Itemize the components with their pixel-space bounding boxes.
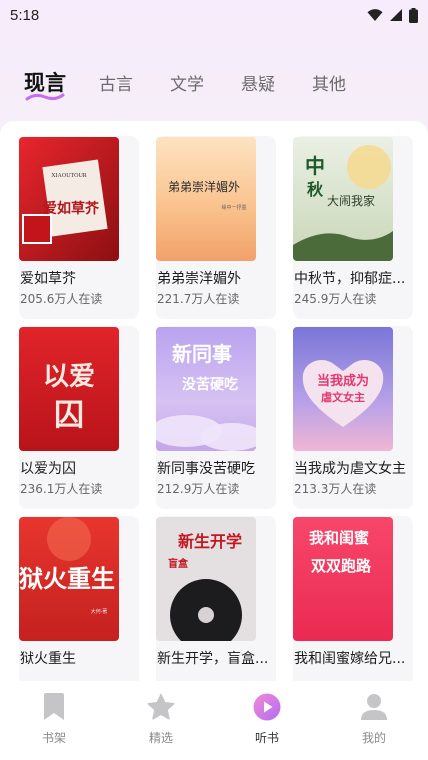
svg-text:以爱: 以爱 [43, 362, 95, 392]
nav-audiobook[interactable]: 听书 [237, 693, 297, 746]
svg-text:当我成为: 当我成为 [317, 373, 369, 389]
svg-text:新同事: 新同事 [172, 342, 232, 366]
nav-profile[interactable]: 我的 [344, 693, 404, 746]
book-title: 狱火重生 [20, 651, 76, 667]
active-tab-underline [25, 93, 65, 101]
book-title: 弟弟崇洋媚外 [157, 271, 241, 287]
book-title: 新同事没苦硬吃 [157, 461, 255, 477]
svg-text:弟弟崇洋媚外: 弟弟崇洋媚外 [168, 179, 240, 194]
book-readers: 236.1万人在读 [20, 482, 103, 496]
svg-text:大闹我家: 大闹我家 [327, 193, 375, 208]
svg-text:双双跑路: 双双跑路 [311, 557, 372, 575]
svg-text:缘中一抒墨: 缘中一抒墨 [221, 204, 246, 211]
status-time: 5:18 [10, 6, 40, 24]
tab-qita[interactable]: 其他 [312, 70, 346, 95]
book-cover: 当我成为 虐文女主 [293, 327, 393, 451]
book-cover: XIAOUTOUR 爱如草芥 [19, 137, 119, 261]
book-cover: 弟弟崇洋媚外 缘中一抒墨 [156, 137, 256, 261]
play-icon [253, 693, 281, 721]
book-title: 当我成为虐文女主 [294, 461, 406, 477]
book-title: 爱如草芥 [20, 271, 76, 287]
svg-text:狱火重生: 狱火重生 [19, 564, 115, 593]
book-cover: 狱火重生 大何·著 [19, 517, 119, 641]
book-readers: 212.9万人在读 [157, 482, 240, 496]
book-title: 以爱为囚 [20, 461, 76, 477]
book-cover: 以爱 囚 [19, 327, 119, 451]
book-cover: 我和闺蜜 双双跑路 [293, 517, 393, 641]
book-title: 新生开学，盲盒... [157, 651, 269, 667]
svg-text:囚: 囚 [54, 398, 84, 433]
svg-text:秋: 秋 [307, 180, 324, 199]
book-readers: 213.3万人在读 [294, 482, 377, 496]
book-readers: 205.6万人在读 [20, 292, 103, 306]
svg-text:没苦硬吃: 没苦硬吃 [182, 376, 238, 393]
book-title: 我和闺蜜嫁给兄... [294, 651, 406, 667]
book-cover: 新生开学 盲盒 [156, 517, 256, 641]
nav-featured[interactable]: 精选 [131, 693, 191, 746]
user-icon [361, 694, 387, 720]
tab-xuanyi[interactable]: 悬疑 [241, 70, 275, 95]
svg-text:虐文女主: 虐文女主 [321, 390, 365, 404]
nav-label: 我的 [361, 731, 386, 745]
svg-text:XIAOUTOUR: XIAOUTOUR [51, 173, 87, 179]
signal-icon [390, 9, 402, 21]
book-readers: 221.7万人在读 [157, 292, 240, 306]
tab-wenxue[interactable]: 文学 [170, 70, 204, 95]
bottom-nav: 书架 精选 听书 我的 [0, 681, 428, 760]
book-cover: 中 秋 大闹我家 [293, 137, 393, 261]
status-icons [367, 7, 418, 23]
status-bar: 5:18 [0, 0, 428, 30]
svg-text:大何·著: 大何·著 [91, 608, 108, 615]
svg-text:盲盒: 盲盒 [168, 557, 189, 570]
wifi-icon [367, 9, 383, 21]
nav-label: 听书 [254, 731, 279, 745]
battery-icon [409, 7, 418, 23]
nav-label: 书架 [41, 731, 66, 745]
svg-text:爱如草芥: 爱如草芥 [43, 200, 100, 217]
svg-text:我和闺蜜: 我和闺蜜 [309, 529, 369, 547]
bookmark-icon [44, 693, 64, 720]
book-title: 中秋节，抑郁症... [294, 271, 406, 287]
nav-label: 精选 [148, 731, 173, 745]
nav-bookshelf[interactable]: 书架 [24, 693, 84, 746]
star-icon [147, 693, 175, 720]
book-grid: XIAOUTOUR 爱如草芥 爱如草芥 205.6万人在读 弟弟崇洋媚外 缘中一… [0, 121, 428, 681]
svg-text:中: 中 [305, 154, 325, 178]
book-cover: 新同事 没苦硬吃 [156, 327, 256, 451]
svg-text:新生开学: 新生开学 [178, 532, 242, 551]
tab-guyan[interactable]: 古言 [99, 70, 133, 95]
book-readers: 245.9万人在读 [294, 292, 377, 306]
